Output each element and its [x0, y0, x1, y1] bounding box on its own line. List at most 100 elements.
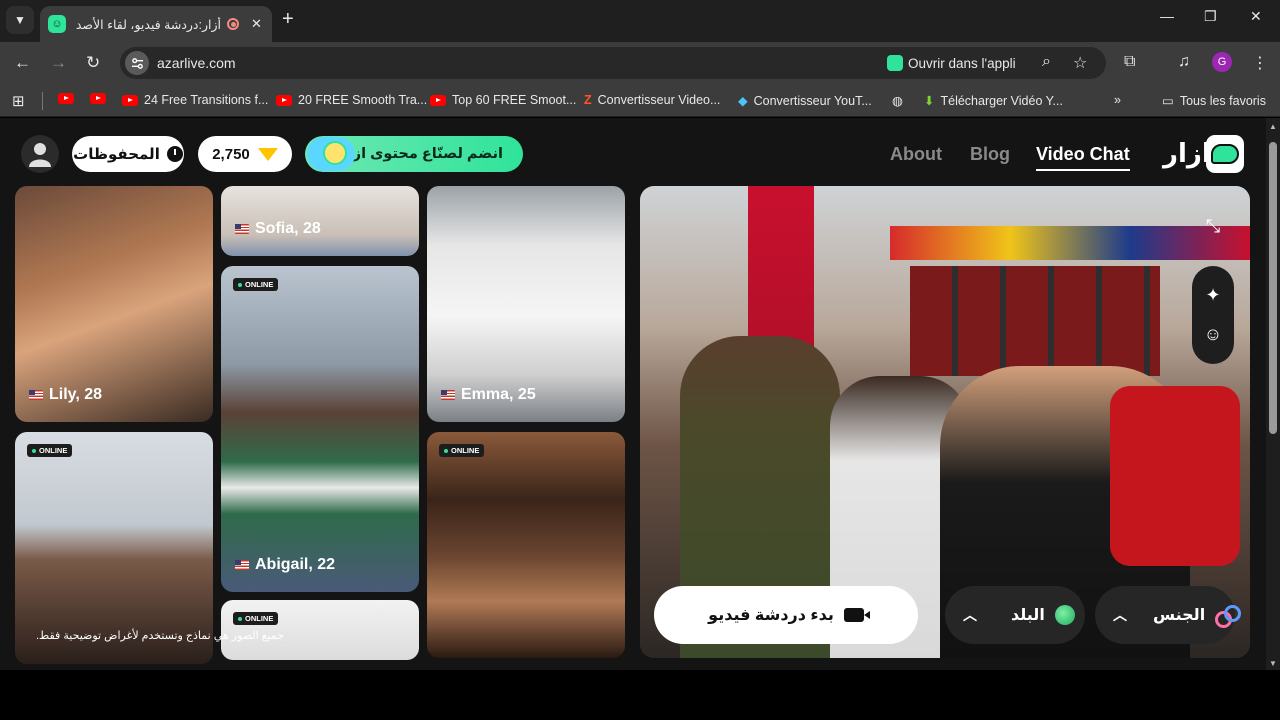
- scrollbar-thumb[interactable]: [1269, 142, 1277, 434]
- join-creators-label: انضم لصنّاع محتوى ازار: [339, 146, 503, 162]
- bookmark-item[interactable]: ⬇ Télécharger Vidéo Y...: [924, 93, 1063, 109]
- all-bookmarks-folder[interactable]: ▭ Tous les favoris: [1162, 93, 1266, 109]
- tab-bar: ▼ ☺ أزار:دردشة فيديو، لقاء الأصدقاء ✕ + …: [0, 0, 1280, 42]
- bookmarks-overflow-icon[interactable]: »: [1114, 93, 1121, 107]
- site-info-icon[interactable]: [125, 51, 149, 75]
- converter-icon: ◆: [738, 94, 748, 108]
- browser-toolbar: ← → ↻ azarlive.com Ouvrir dans l'appli ⌕…: [0, 42, 1280, 84]
- gender-filter-button[interactable]: ︿ الجنس: [1095, 586, 1241, 644]
- start-video-chat-button[interactable]: بدء دردشة فيديو: [654, 586, 918, 644]
- azar-logo-icon[interactable]: [1206, 135, 1244, 173]
- gaming-chair: [1110, 386, 1240, 566]
- bookmark-item[interactable]: Top 60 FREE Smoot...: [430, 93, 576, 107]
- azar-app-icon: [887, 55, 903, 71]
- back-icon[interactable]: ←: [14, 53, 31, 73]
- us-flag-icon: [29, 390, 43, 400]
- tab-search-dropdown-icon[interactable]: ▼: [6, 6, 34, 34]
- profile-card[interactable]: ONLINE Abigail, 22: [221, 266, 419, 592]
- country-label: البلد: [1011, 607, 1045, 624]
- scroll-up-icon[interactable]: ▲: [1269, 122, 1277, 131]
- gems-count: 2,750: [212, 145, 250, 163]
- bookmark-item[interactable]: 20 FREE Smooth Tra...: [276, 93, 427, 107]
- country-filter-button[interactable]: ︿ البلد: [945, 586, 1085, 644]
- bookmark-item[interactable]: Z Convertisseur Video...: [584, 93, 720, 107]
- azar-logo-text[interactable]: ازار: [1163, 138, 1211, 169]
- globe-icon: ◍: [892, 94, 903, 108]
- bookmark-label: 24 Free Transitions f...: [144, 93, 269, 107]
- profile-card[interactable]: Emma, 25: [427, 186, 625, 422]
- bookmark-item[interactable]: ◍: [892, 93, 903, 108]
- window-close-icon[interactable]: ✕: [1250, 8, 1262, 25]
- effects-panel: ✦ ☺: [1192, 266, 1234, 364]
- join-creators-button[interactable]: انضم لصنّاع محتوى ازار: [305, 136, 523, 172]
- nav-about[interactable]: About: [890, 144, 942, 165]
- online-badge: ONLINE: [233, 278, 279, 291]
- bookmark-label: Télécharger Vidéo Y...: [940, 93, 1063, 108]
- start-video-chat-label: بدء دردشة فيديو: [708, 607, 834, 624]
- chevron-up-icon: ︿: [963, 607, 977, 623]
- face-filter-icon[interactable]: ☺: [1204, 324, 1222, 345]
- us-flag-icon: [441, 390, 455, 400]
- user-avatar-button[interactable]: [21, 135, 59, 173]
- open-in-app-button[interactable]: Ouvrir dans l'appli: [887, 55, 1016, 71]
- youtube-icon: [90, 93, 106, 104]
- bookmark-star-icon[interactable]: ☆: [1073, 53, 1087, 73]
- gems-button[interactable]: 2,750: [198, 136, 292, 172]
- saved-label: المحفوظات: [73, 146, 160, 163]
- all-bookmarks-label: Tous les favoris: [1179, 93, 1266, 108]
- nav-video-chat[interactable]: Video Chat: [1036, 144, 1130, 171]
- gender-label: الجنس: [1153, 607, 1206, 624]
- youtube-icon: [276, 94, 292, 106]
- collapse-icon[interactable]: ⤡: [1192, 206, 1234, 246]
- gender-icon: [1215, 605, 1241, 628]
- extensions-icon[interactable]: ⧉: [1124, 53, 1135, 71]
- tab-close-icon[interactable]: ✕: [251, 16, 262, 32]
- open-in-app-label: Ouvrir dans l'appli: [908, 55, 1016, 71]
- profile-name: Abigail, 22: [235, 556, 335, 574]
- restore-icon[interactable]: ❐: [1204, 8, 1217, 25]
- bookmark-item[interactable]: [90, 93, 112, 104]
- online-badge: ONLINE: [439, 444, 485, 457]
- bookmark-label: 20 FREE Smooth Tra...: [298, 93, 428, 107]
- reload-icon[interactable]: ↻: [86, 53, 100, 73]
- nav-blog[interactable]: Blog: [970, 144, 1010, 165]
- youtube-icon: [430, 94, 446, 106]
- cards-wall: [910, 266, 1160, 376]
- apps-grid-icon[interactable]: ⊞: [12, 92, 25, 110]
- video-camera-icon: [843, 608, 870, 622]
- menu-kebab-icon[interactable]: ⋮: [1252, 53, 1268, 73]
- profile-card[interactable]: ONLINE: [427, 432, 625, 658]
- profile-name: Emma, 25: [441, 386, 536, 404]
- profile-card[interactable]: Lily, 28: [15, 186, 213, 422]
- url-text[interactable]: azarlive.com: [157, 55, 236, 71]
- tab-title: أزار:دردشة فيديو، لقاء الأصدقاء: [76, 17, 221, 32]
- us-flag-icon: [235, 224, 249, 234]
- azar-favicon-icon: ☺: [48, 15, 66, 33]
- youtube-icon: [58, 93, 74, 104]
- bookmark-item[interactable]: ◆ Convertisseur YouT...: [738, 93, 872, 109]
- sparkle-effects-icon[interactable]: ✦: [1205, 285, 1220, 306]
- browser-tab[interactable]: ☺ أزار:دردشة فيديو، لقاء الأصدقاء ✕: [40, 6, 272, 42]
- scroll-down-icon[interactable]: ▼: [1269, 659, 1277, 668]
- media-queue-icon[interactable]: ♫: [1178, 53, 1190, 71]
- profile-card[interactable]: Sofia, 28: [221, 186, 419, 256]
- recording-icon: [227, 18, 239, 30]
- online-badge: ONLINE: [233, 612, 279, 625]
- bookmark-item[interactable]: 24 Free Transitions f...: [122, 93, 268, 107]
- forward-icon[interactable]: →: [50, 53, 67, 73]
- address-bar[interactable]: azarlive.com Ouvrir dans l'appli ⌕ ☆: [120, 47, 1106, 79]
- user-icon: [29, 143, 51, 167]
- bottom-area: [0, 670, 1280, 720]
- bookmark-label: Top 60 FREE Smoot...: [452, 93, 577, 107]
- bookmarks-separator: [42, 92, 43, 110]
- bookmark-item[interactable]: [58, 93, 80, 104]
- new-tab-icon[interactable]: +: [282, 8, 294, 31]
- zoom-search-icon[interactable]: ⌕: [1042, 53, 1051, 71]
- history-clock-icon: [166, 146, 183, 162]
- minimize-icon[interactable]: —: [1160, 8, 1174, 24]
- youtube-icon: [122, 94, 138, 106]
- bookmark-label: Convertisseur YouT...: [753, 93, 872, 108]
- chevron-up-icon: ︿: [1113, 607, 1127, 623]
- profile-avatar[interactable]: G: [1212, 52, 1232, 72]
- saved-button[interactable]: المحفوظات: [72, 136, 184, 172]
